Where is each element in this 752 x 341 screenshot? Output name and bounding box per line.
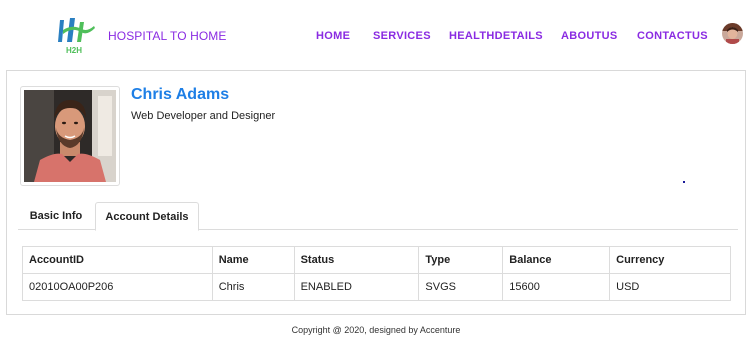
profile-photo-frame (20, 86, 120, 186)
profile-tabs: Basic Info Account Details (18, 202, 738, 231)
logo-text: H2H (66, 46, 82, 55)
tab-account-details[interactable]: Account Details (95, 202, 199, 231)
nav-links: HOME SERVICES HEALTHDETAILS ABOUTUS CONT… (0, 30, 752, 44)
profile-photo (24, 90, 116, 182)
header-name: Name (211, 246, 295, 274)
header-type: Type (418, 246, 504, 274)
cell-currency: USD (609, 273, 731, 301)
header-accountid: AccountID (22, 246, 213, 274)
tab-basic-info[interactable]: Basic Info (18, 202, 94, 230)
header-currency: Currency (609, 246, 731, 274)
nav-healthdetails-link[interactable]: HEALTHDETAILS (449, 30, 543, 42)
cell-type: SVGS (418, 273, 504, 301)
cell-name: Chris (211, 273, 295, 301)
profile-card: Chris Adams Web Developer and Designer B… (6, 70, 746, 315)
profile-name: Chris Adams (131, 86, 230, 103)
nav-contactus-link[interactable]: CONTACTUS (637, 30, 708, 42)
table-header-row: AccountID Name Status Type Balance Curre… (22, 246, 731, 274)
cell-accountid: 02010OA00P206 (22, 273, 213, 301)
cell-balance: 15600 (502, 273, 611, 301)
footer-copyright: Copyright @ 2020, designed by Accenture (291, 325, 461, 335)
stray-dot (683, 181, 685, 183)
user-avatar[interactable] (722, 23, 743, 44)
header-balance: Balance (502, 246, 611, 274)
nav-services-link[interactable]: SERVICES (373, 30, 431, 42)
cell-status: ENABLED (293, 273, 420, 301)
table-row: 02010OA00P206 Chris ENABLED SVGS 15600 U… (22, 273, 731, 301)
header-status: Status (293, 246, 420, 274)
nav-home-link[interactable]: HOME (316, 30, 350, 42)
nav-aboutus-link[interactable]: ABOUTUS (561, 30, 618, 42)
navbar: H2H HOSPITAL TO HOME HOME SERVICES HEALT… (0, 0, 752, 70)
account-table: AccountID Name Status Type Balance Curre… (22, 246, 731, 301)
profile-role: Web Developer and Designer (131, 110, 276, 122)
